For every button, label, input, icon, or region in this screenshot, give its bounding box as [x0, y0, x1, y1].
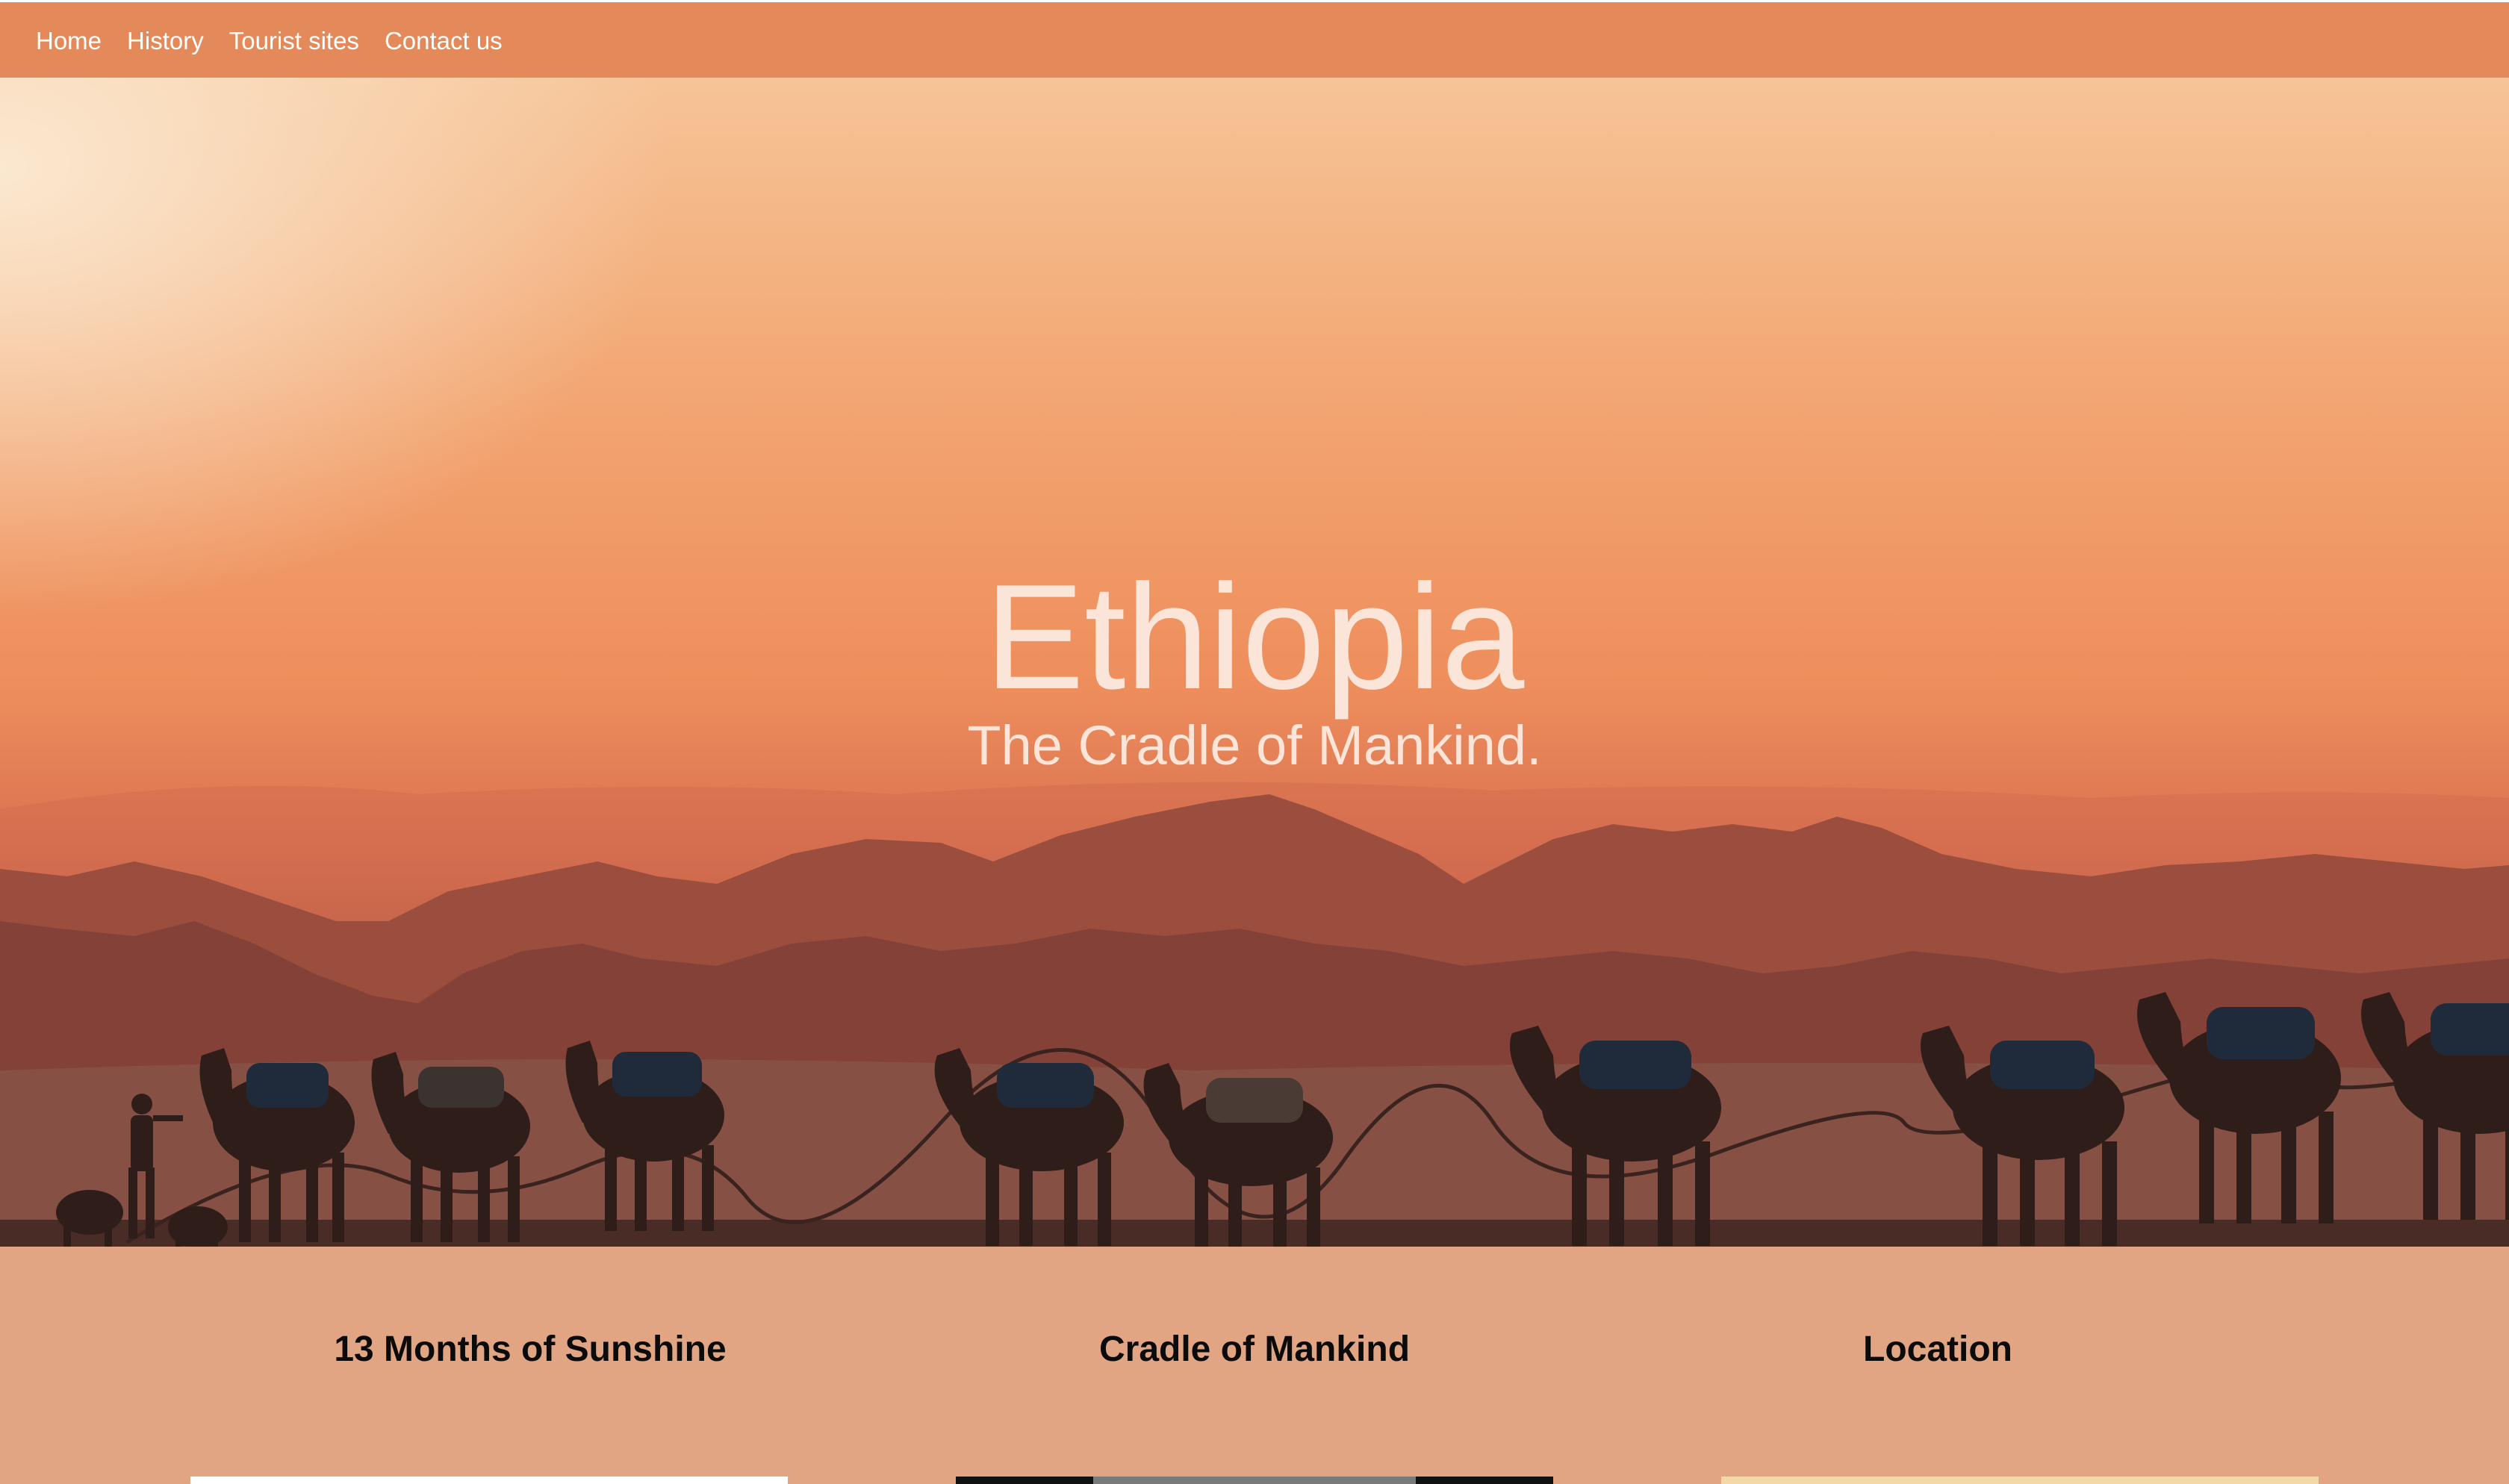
- nav-item-contact-us: Contact us: [385, 26, 503, 56]
- main-nav: Home History Tourist sites Contact us: [36, 26, 503, 56]
- feature-image: [956, 1477, 1553, 1484]
- nav-item-history: History: [127, 26, 204, 56]
- nav-link-contact-us[interactable]: Contact us: [385, 27, 503, 54]
- feature-card-location: Location: [1639, 1327, 2319, 1484]
- feature-image: [190, 1477, 788, 1484]
- features-section: 13 Months of Sunshine Cradle of Mankind …: [0, 1247, 2509, 1484]
- feature-card-sunshine: 13 Months of Sunshine: [190, 1327, 829, 1484]
- nav-item-tourist-sites: Tourist sites: [229, 26, 359, 56]
- hero-banner: Ethiopia The Cradle of Mankind.: [0, 78, 2509, 1247]
- feature-image: [1721, 1477, 2319, 1484]
- feature-title: 13 Months of Sunshine: [334, 1329, 727, 1369]
- nav-link-home[interactable]: Home: [36, 27, 102, 54]
- top-navbar: Home History Tourist sites Contact us: [0, 0, 2509, 78]
- hero-subtitle: The Cradle of Mankind.: [967, 714, 1542, 776]
- nav-link-tourist-sites[interactable]: Tourist sites: [229, 27, 359, 54]
- nav-item-home: Home: [36, 26, 102, 56]
- feature-title: Location: [1863, 1329, 2012, 1369]
- feature-card-cradle: Cradle of Mankind: [956, 1327, 1553, 1484]
- feature-title: Cradle of Mankind: [1098, 1329, 1411, 1369]
- hero-title: Ethiopia: [984, 554, 1525, 720]
- nav-link-history[interactable]: History: [127, 27, 204, 54]
